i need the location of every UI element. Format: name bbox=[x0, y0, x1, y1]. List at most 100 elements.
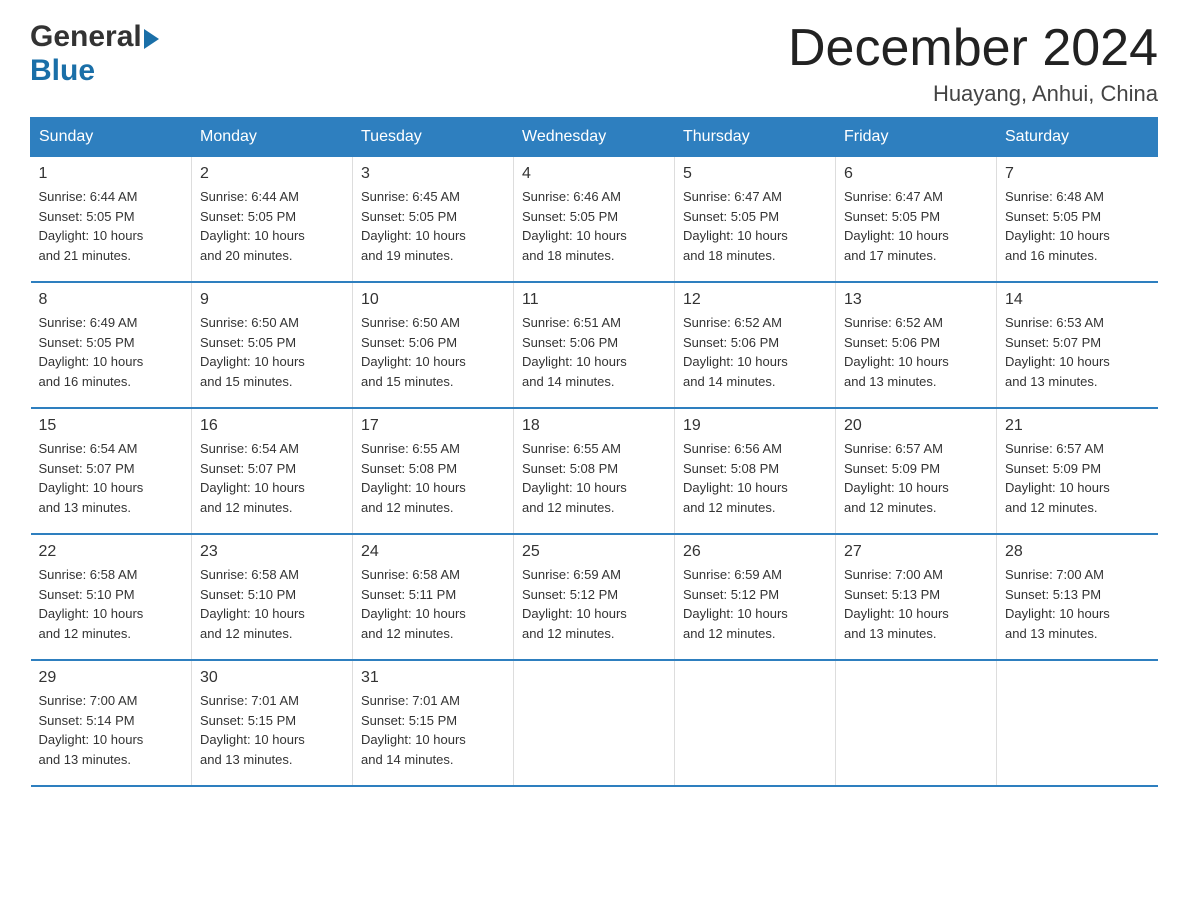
calendar-week-3: 15 Sunrise: 6:54 AM Sunset: 5:07 PM Dayl… bbox=[31, 408, 1158, 534]
logo: General Blue bbox=[30, 20, 159, 88]
calendar-week-5: 29 Sunrise: 7:00 AM Sunset: 5:14 PM Dayl… bbox=[31, 660, 1158, 786]
calendar-cell: 22 Sunrise: 6:58 AM Sunset: 5:10 PM Dayl… bbox=[31, 534, 192, 660]
calendar-cell: 27 Sunrise: 7:00 AM Sunset: 5:13 PM Dayl… bbox=[836, 534, 997, 660]
calendar-cell: 30 Sunrise: 7:01 AM Sunset: 5:15 PM Dayl… bbox=[192, 660, 353, 786]
day-number: 6 bbox=[844, 165, 988, 183]
day-info: Sunrise: 6:47 AM Sunset: 5:05 PM Dayligh… bbox=[844, 187, 988, 265]
day-info: Sunrise: 6:58 AM Sunset: 5:11 PM Dayligh… bbox=[361, 565, 505, 643]
day-number: 23 bbox=[200, 543, 344, 561]
day-number: 7 bbox=[1005, 165, 1150, 183]
day-number: 15 bbox=[39, 417, 184, 435]
calendar-cell: 17 Sunrise: 6:55 AM Sunset: 5:08 PM Dayl… bbox=[353, 408, 514, 534]
calendar-cell: 24 Sunrise: 6:58 AM Sunset: 5:11 PM Dayl… bbox=[353, 534, 514, 660]
day-info: Sunrise: 6:55 AM Sunset: 5:08 PM Dayligh… bbox=[522, 439, 666, 517]
day-info: Sunrise: 7:01 AM Sunset: 5:15 PM Dayligh… bbox=[361, 691, 505, 769]
day-number: 20 bbox=[844, 417, 988, 435]
calendar-week-1: 1 Sunrise: 6:44 AM Sunset: 5:05 PM Dayli… bbox=[31, 157, 1158, 283]
calendar-week-4: 22 Sunrise: 6:58 AM Sunset: 5:10 PM Dayl… bbox=[31, 534, 1158, 660]
logo-triangle-icon bbox=[144, 29, 159, 49]
calendar-cell: 19 Sunrise: 6:56 AM Sunset: 5:08 PM Dayl… bbox=[675, 408, 836, 534]
calendar-cell: 18 Sunrise: 6:55 AM Sunset: 5:08 PM Dayl… bbox=[514, 408, 675, 534]
calendar-cell bbox=[997, 660, 1158, 786]
calendar-cell: 28 Sunrise: 7:00 AM Sunset: 5:13 PM Dayl… bbox=[997, 534, 1158, 660]
day-number: 28 bbox=[1005, 543, 1150, 561]
day-info: Sunrise: 6:57 AM Sunset: 5:09 PM Dayligh… bbox=[844, 439, 988, 517]
day-number: 11 bbox=[522, 291, 666, 309]
weekday-header-friday: Friday bbox=[836, 118, 997, 157]
calendar-table: SundayMondayTuesdayWednesdayThursdayFrid… bbox=[30, 117, 1158, 787]
weekday-header-wednesday: Wednesday bbox=[514, 118, 675, 157]
day-number: 22 bbox=[39, 543, 184, 561]
weekday-header-thursday: Thursday bbox=[675, 118, 836, 157]
calendar-cell: 20 Sunrise: 6:57 AM Sunset: 5:09 PM Dayl… bbox=[836, 408, 997, 534]
calendar-cell: 11 Sunrise: 6:51 AM Sunset: 5:06 PM Dayl… bbox=[514, 282, 675, 408]
title-section: December 2024 Huayang, Anhui, China bbox=[788, 20, 1158, 107]
calendar-cell bbox=[675, 660, 836, 786]
weekday-header-monday: Monday bbox=[192, 118, 353, 157]
calendar-cell: 5 Sunrise: 6:47 AM Sunset: 5:05 PM Dayli… bbox=[675, 157, 836, 283]
calendar-body: 1 Sunrise: 6:44 AM Sunset: 5:05 PM Dayli… bbox=[31, 157, 1158, 787]
day-number: 24 bbox=[361, 543, 505, 561]
day-info: Sunrise: 6:55 AM Sunset: 5:08 PM Dayligh… bbox=[361, 439, 505, 517]
day-info: Sunrise: 6:52 AM Sunset: 5:06 PM Dayligh… bbox=[844, 313, 988, 391]
day-info: Sunrise: 6:53 AM Sunset: 5:07 PM Dayligh… bbox=[1005, 313, 1150, 391]
day-info: Sunrise: 6:57 AM Sunset: 5:09 PM Dayligh… bbox=[1005, 439, 1150, 517]
day-number: 3 bbox=[361, 165, 505, 183]
day-info: Sunrise: 6:44 AM Sunset: 5:05 PM Dayligh… bbox=[39, 187, 184, 265]
day-info: Sunrise: 6:50 AM Sunset: 5:05 PM Dayligh… bbox=[200, 313, 344, 391]
month-title: December 2024 bbox=[788, 20, 1158, 77]
day-info: Sunrise: 6:59 AM Sunset: 5:12 PM Dayligh… bbox=[683, 565, 827, 643]
calendar-cell: 29 Sunrise: 7:00 AM Sunset: 5:14 PM Dayl… bbox=[31, 660, 192, 786]
calendar-cell: 7 Sunrise: 6:48 AM Sunset: 5:05 PM Dayli… bbox=[997, 157, 1158, 283]
logo-line1: General bbox=[30, 20, 159, 54]
location-subtitle: Huayang, Anhui, China bbox=[788, 81, 1158, 107]
logo-blue-text: Blue bbox=[30, 54, 95, 87]
calendar-cell: 12 Sunrise: 6:52 AM Sunset: 5:06 PM Dayl… bbox=[675, 282, 836, 408]
day-number: 21 bbox=[1005, 417, 1150, 435]
day-number: 10 bbox=[361, 291, 505, 309]
day-number: 16 bbox=[200, 417, 344, 435]
day-number: 18 bbox=[522, 417, 666, 435]
day-info: Sunrise: 7:00 AM Sunset: 5:14 PM Dayligh… bbox=[39, 691, 184, 769]
day-number: 4 bbox=[522, 165, 666, 183]
weekday-header-row: SundayMondayTuesdayWednesdayThursdayFrid… bbox=[31, 118, 1158, 157]
day-info: Sunrise: 6:54 AM Sunset: 5:07 PM Dayligh… bbox=[200, 439, 344, 517]
day-info: Sunrise: 6:49 AM Sunset: 5:05 PM Dayligh… bbox=[39, 313, 184, 391]
day-number: 27 bbox=[844, 543, 988, 561]
day-number: 14 bbox=[1005, 291, 1150, 309]
day-number: 1 bbox=[39, 165, 184, 183]
day-info: Sunrise: 6:46 AM Sunset: 5:05 PM Dayligh… bbox=[522, 187, 666, 265]
day-number: 25 bbox=[522, 543, 666, 561]
day-number: 31 bbox=[361, 669, 505, 687]
calendar-cell: 16 Sunrise: 6:54 AM Sunset: 5:07 PM Dayl… bbox=[192, 408, 353, 534]
day-number: 2 bbox=[200, 165, 344, 183]
day-info: Sunrise: 6:50 AM Sunset: 5:06 PM Dayligh… bbox=[361, 313, 505, 391]
calendar-cell: 14 Sunrise: 6:53 AM Sunset: 5:07 PM Dayl… bbox=[997, 282, 1158, 408]
page-header: General Blue December 2024 Huayang, Anhu… bbox=[30, 20, 1158, 107]
day-number: 30 bbox=[200, 669, 344, 687]
calendar-cell: 13 Sunrise: 6:52 AM Sunset: 5:06 PM Dayl… bbox=[836, 282, 997, 408]
calendar-cell: 8 Sunrise: 6:49 AM Sunset: 5:05 PM Dayli… bbox=[31, 282, 192, 408]
logo-general-text: General bbox=[30, 20, 142, 54]
day-info: Sunrise: 6:59 AM Sunset: 5:12 PM Dayligh… bbox=[522, 565, 666, 643]
day-number: 13 bbox=[844, 291, 988, 309]
logo-blue-line: Blue bbox=[30, 54, 95, 88]
day-number: 26 bbox=[683, 543, 827, 561]
day-info: Sunrise: 6:54 AM Sunset: 5:07 PM Dayligh… bbox=[39, 439, 184, 517]
calendar-cell: 1 Sunrise: 6:44 AM Sunset: 5:05 PM Dayli… bbox=[31, 157, 192, 283]
day-number: 29 bbox=[39, 669, 184, 687]
day-number: 19 bbox=[683, 417, 827, 435]
calendar-cell bbox=[514, 660, 675, 786]
calendar-header: SundayMondayTuesdayWednesdayThursdayFrid… bbox=[31, 118, 1158, 157]
weekday-header-tuesday: Tuesday bbox=[353, 118, 514, 157]
weekday-header-sunday: Sunday bbox=[31, 118, 192, 157]
calendar-cell: 31 Sunrise: 7:01 AM Sunset: 5:15 PM Dayl… bbox=[353, 660, 514, 786]
day-number: 17 bbox=[361, 417, 505, 435]
calendar-cell: 25 Sunrise: 6:59 AM Sunset: 5:12 PM Dayl… bbox=[514, 534, 675, 660]
calendar-cell: 26 Sunrise: 6:59 AM Sunset: 5:12 PM Dayl… bbox=[675, 534, 836, 660]
day-number: 9 bbox=[200, 291, 344, 309]
calendar-cell: 4 Sunrise: 6:46 AM Sunset: 5:05 PM Dayli… bbox=[514, 157, 675, 283]
calendar-week-2: 8 Sunrise: 6:49 AM Sunset: 5:05 PM Dayli… bbox=[31, 282, 1158, 408]
calendar-cell bbox=[836, 660, 997, 786]
day-info: Sunrise: 6:52 AM Sunset: 5:06 PM Dayligh… bbox=[683, 313, 827, 391]
